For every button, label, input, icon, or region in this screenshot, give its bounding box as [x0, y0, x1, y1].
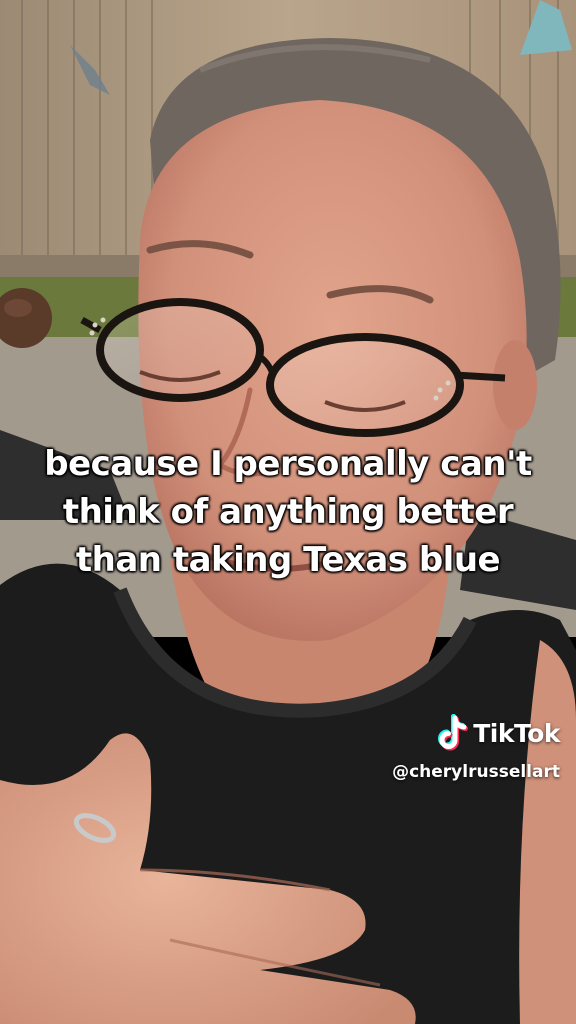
caption-line: think of anything better: [62, 492, 514, 532]
tiktok-watermark: TikTok @cherylrussellart: [392, 714, 560, 782]
caption-line: because I personally can't: [44, 444, 532, 484]
video-frame[interactable]: because I personally can't think of anyt…: [0, 0, 576, 1024]
watermark-brand-row: TikTok: [392, 714, 560, 752]
video-caption: because I personally can't think of anyt…: [20, 440, 556, 584]
caption-line: than taking Texas blue: [75, 540, 501, 580]
creator-handle: @cherylrussellart: [392, 762, 560, 782]
tiktok-logo-icon: [435, 714, 469, 752]
tiktok-brand-text: TikTok: [473, 718, 560, 748]
